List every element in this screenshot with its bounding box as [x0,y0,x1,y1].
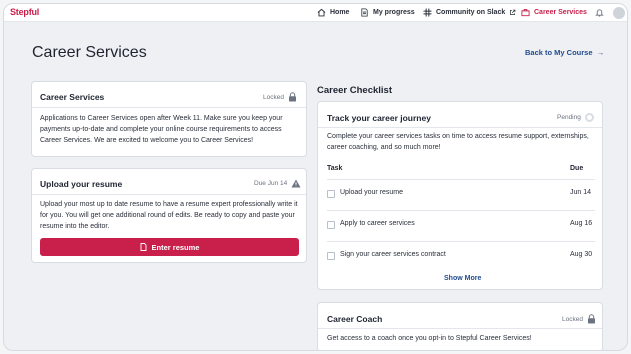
top-nav: Stepful Home My progress Community on Sl… [4,4,627,22]
upload-resume-card: Upload your resume Due Jun 14 Upload you… [31,168,307,263]
card-title: Upload your resume [40,179,123,189]
arrow-right-icon: → [594,48,605,57]
stepful-logo[interactable]: Stepful [10,7,39,17]
external-link-icon [510,9,516,15]
due-status: Due Jun 14 [254,179,301,188]
checklist-section-title: Career Checklist [317,85,392,96]
task-label: Sign your career services contract [340,251,446,258]
bell-icon[interactable] [595,8,604,17]
button-label: Enter resume [151,242,200,252]
card-body: Upload your most up to date resume to ha… [40,201,298,230]
divider [327,210,595,211]
due-column-header: Due [570,165,584,172]
warning-icon [291,179,301,188]
task-due: Jun 14 [570,189,592,196]
status-label: Due Jun 14 [254,180,288,187]
slack-icon [423,8,432,17]
show-more-link[interactable]: Show More [444,275,481,282]
nav-career-services-label: Career Services [534,9,587,16]
career-coach-card: Career Coach Locked Get access to a coac… [317,302,603,350]
task-row: Upload your resume Jun 14 [318,184,602,204]
task-column-header: Task [327,165,343,172]
task-checkbox[interactable] [327,221,335,229]
task-due: Aug 30 [570,251,593,258]
home-icon [317,8,326,17]
nav-community-label: Community on Slack [436,9,506,16]
status-label: Locked [263,93,284,101]
divider [327,179,595,180]
card-body: Get access to a coach once you opt-in to… [327,335,532,342]
back-to-course-link[interactable]: Back to My Course → [525,48,604,57]
pending-ring-icon [584,113,594,122]
avatar[interactable] [613,7,625,19]
status-label: Pending [557,114,581,121]
task-checkbox[interactable] [327,252,335,260]
task-row: Sign your career services contract Aug 3… [318,246,602,266]
nav-community-slack[interactable]: Community on Slack [423,8,516,17]
nav-career-services[interactable]: Career Services [521,8,587,17]
nav-my-progress-label: My progress [373,9,415,16]
lock-icon [587,314,595,324]
locked-status: Locked [562,314,596,324]
briefcase-icon [521,9,530,17]
task-row: Apply to career services Aug 16 [318,215,602,235]
task-checkbox[interactable] [327,190,335,198]
card-title: Career Coach [327,314,383,324]
task-label: Apply to career services [340,220,415,227]
divider [318,127,602,128]
career-services-card: Career Services Locked Applications to C… [31,81,307,157]
app-window: Stepful Home My progress Community on Sl… [3,3,628,351]
page-title: Career Services [32,44,147,61]
document-icon [140,243,146,251]
divider [32,107,306,108]
divider [318,328,602,329]
nav-home-label: Home [330,9,350,16]
nav-home[interactable]: Home [317,8,349,17]
card-title: Track your career journey [327,113,431,123]
locked-status: Locked [263,92,297,102]
card-body: Applications to Career Services open aft… [40,115,283,144]
task-due: Aug 16 [570,220,593,227]
card-title: Career Services [40,92,105,102]
status-label: Locked [562,315,583,323]
career-checklist-card: Track your career journey Pending Comple… [317,101,603,290]
nav-my-progress[interactable]: My progress [360,8,415,17]
back-link-label: Back to My Course [525,48,593,57]
lock-icon [288,92,296,102]
document-icon [361,8,368,17]
enter-resume-button[interactable]: Enter resume [40,238,299,256]
task-label: Upload your resume [340,189,404,196]
pending-status: Pending [557,113,594,122]
divider [327,241,595,242]
card-body: Complete your career services tasks on t… [327,133,589,151]
divider [32,194,306,195]
